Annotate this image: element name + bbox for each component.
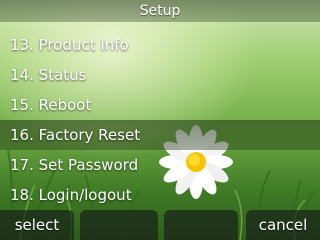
softkey-bar: select cancel xyxy=(0,210,320,240)
menu-item-reboot[interactable]: 15. Reboot xyxy=(0,90,320,120)
menu-item-login-logout[interactable]: 18. Login/logout xyxy=(0,180,320,210)
softkey-2[interactable] xyxy=(80,210,158,240)
softkey-3[interactable] xyxy=(164,210,238,240)
menu-item-status[interactable]: 14. Status xyxy=(0,60,320,90)
title-bar: Setup xyxy=(0,0,320,22)
menu-item-product-info[interactable]: 13. Product Info xyxy=(0,30,320,60)
menu-item-set-password[interactable]: 17. Set Password xyxy=(0,150,320,180)
menu-item-factory-reset[interactable]: 16. Factory Reset xyxy=(0,120,320,150)
page-title: Setup xyxy=(139,3,181,19)
cancel-softkey[interactable]: cancel xyxy=(246,210,320,240)
phone-screen: Setup 13. Product Info 14. Status 15. Re… xyxy=(0,0,320,240)
setup-menu: 13. Product Info 14. Status 15. Reboot 1… xyxy=(0,30,320,210)
select-softkey[interactable]: select xyxy=(0,210,74,240)
